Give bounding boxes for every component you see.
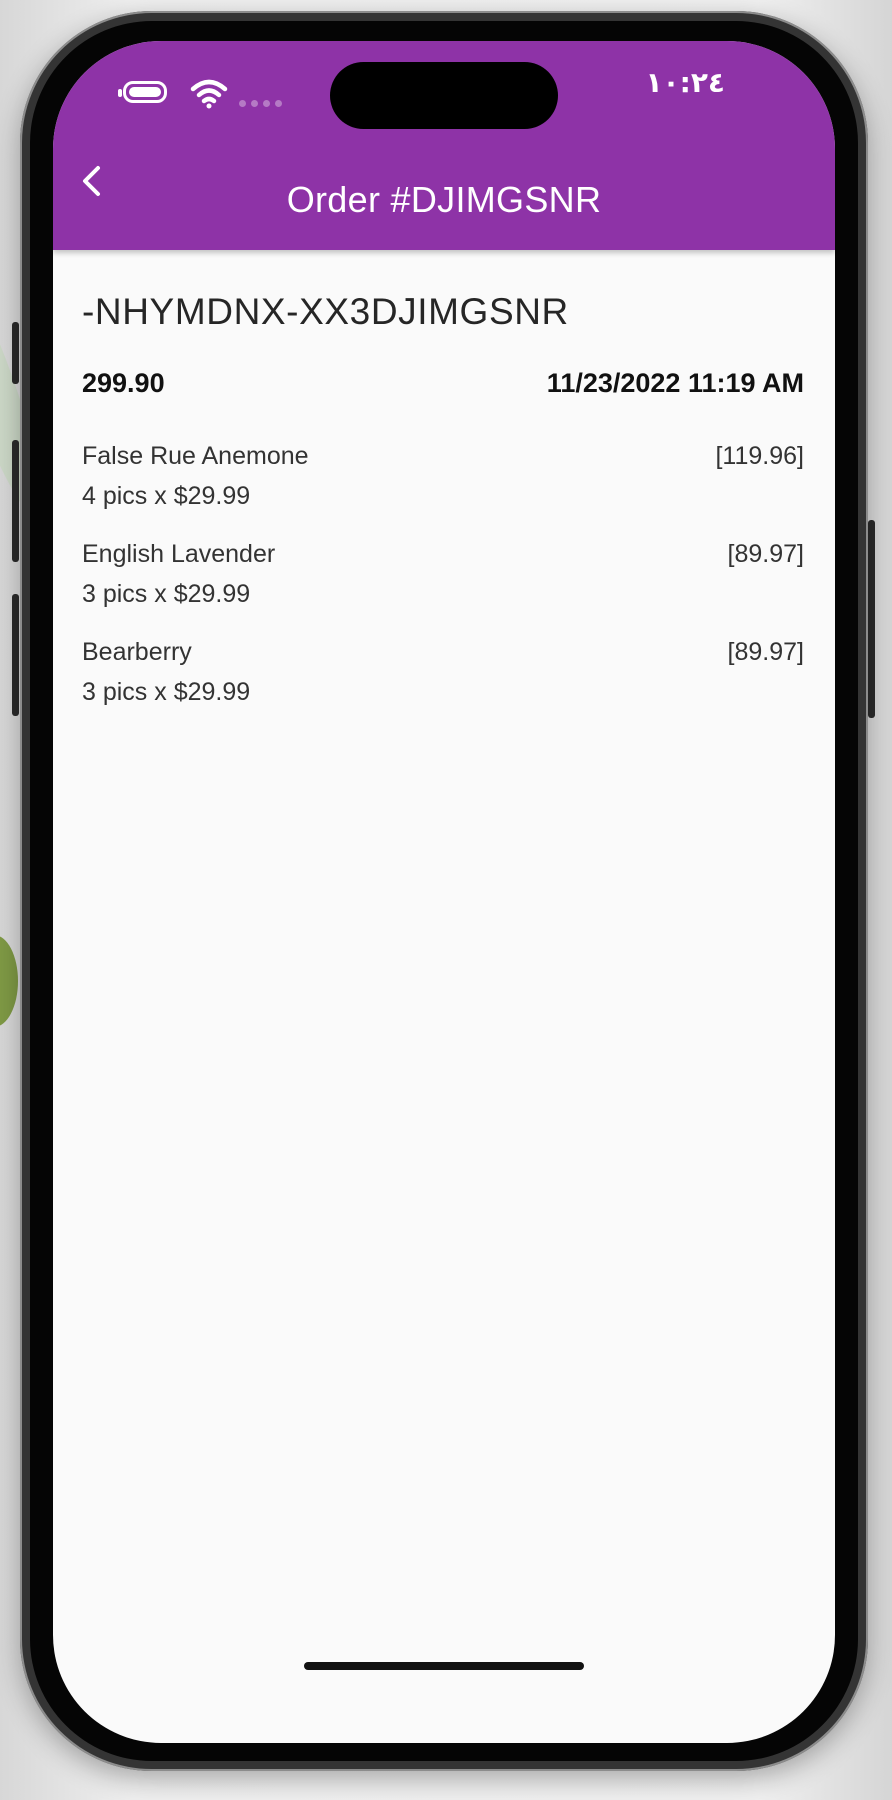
cellular-signal-icon <box>239 100 282 107</box>
item-name: False Rue Anemone <box>82 442 309 470</box>
power-button <box>868 520 875 718</box>
item-quantity: 3 pics x $29.99 <box>82 678 251 706</box>
page-title: Order #DJIMGSNR <box>286 179 602 220</box>
mute-switch <box>12 322 19 384</box>
order-items: False Rue Anemone 4 pics x $29.99 [119.9… <box>82 444 804 738</box>
order-item: False Rue Anemone 4 pics x $29.99 [119.9… <box>82 444 804 542</box>
battery-icon <box>123 81 167 103</box>
order-date: 11/23/2022 11:19 AM <box>546 368 804 398</box>
item-name: Bearberry <box>82 638 192 666</box>
order-total: 299.90 <box>82 368 165 398</box>
dynamic-island <box>330 62 558 129</box>
order-item: English Lavender 3 pics x $29.99 [89.97] <box>82 542 804 640</box>
chevron-left-icon[interactable] <box>73 161 113 201</box>
item-quantity: 4 pics x $29.99 <box>82 482 251 510</box>
order-summary: 299.90 11/23/2022 11:19 AM <box>82 370 804 402</box>
item-total: [89.97] <box>727 638 804 666</box>
home-indicator[interactable] <box>304 1662 584 1670</box>
item-quantity: 3 pics x $29.99 <box>82 580 251 608</box>
order-item: Bearberry 3 pics x $29.99 [89.97] <box>82 640 804 738</box>
phone-screen: ١٠:٢٤ Order #DJIMGSNR -NHYMDNX-XX3DJIMGS… <box>53 41 835 1743</box>
volume-up-button <box>12 440 19 562</box>
status-time: ١٠:٢٤ <box>645 66 725 99</box>
battery-cap <box>118 89 122 97</box>
item-name: English Lavender <box>82 540 276 568</box>
item-total: [119.96] <box>715 442 804 470</box>
item-total: [89.97] <box>727 540 804 568</box>
volume-down-button <box>12 594 19 716</box>
order-code: -NHYMDNX-XX3DJIMGSNR <box>82 291 569 332</box>
app-bar: ١٠:٢٤ Order #DJIMGSNR <box>53 41 835 250</box>
wifi-icon <box>190 79 228 109</box>
